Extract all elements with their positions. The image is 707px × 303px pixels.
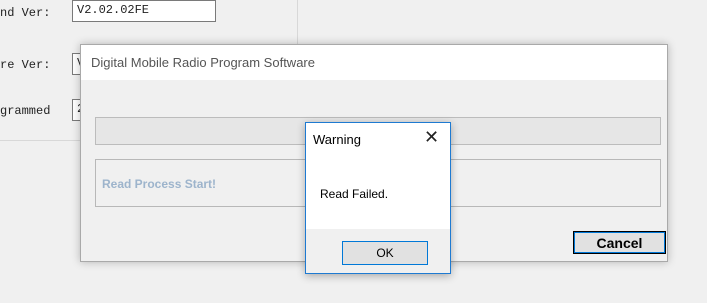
ok-button[interactable]: OK [342, 241, 428, 265]
build-ver-field[interactable]: V2.02.02FE [72, 0, 216, 22]
close-icon[interactable]: ✕ [424, 128, 439, 146]
field-label-firmware-ver: re Ver: [0, 58, 51, 72]
cancel-button[interactable]: Cancel [573, 231, 666, 254]
field-label-programmed: grammed [0, 104, 51, 118]
warning-message: Read Failed. [320, 187, 389, 201]
warning-title: Warning [313, 132, 361, 147]
dialog-title: Digital Mobile Radio Program Software [91, 55, 315, 70]
warning-message-box: Warning ✕ Read Failed. OK [305, 122, 451, 274]
status-text: Read Process Start! [102, 177, 217, 191]
warning-footer: OK [306, 229, 450, 273]
field-label-build-ver: nd Ver: [0, 6, 51, 20]
dialog-titlebar: Digital Mobile Radio Program Software [81, 45, 667, 80]
divider [297, 0, 298, 44]
divider [0, 140, 82, 141]
